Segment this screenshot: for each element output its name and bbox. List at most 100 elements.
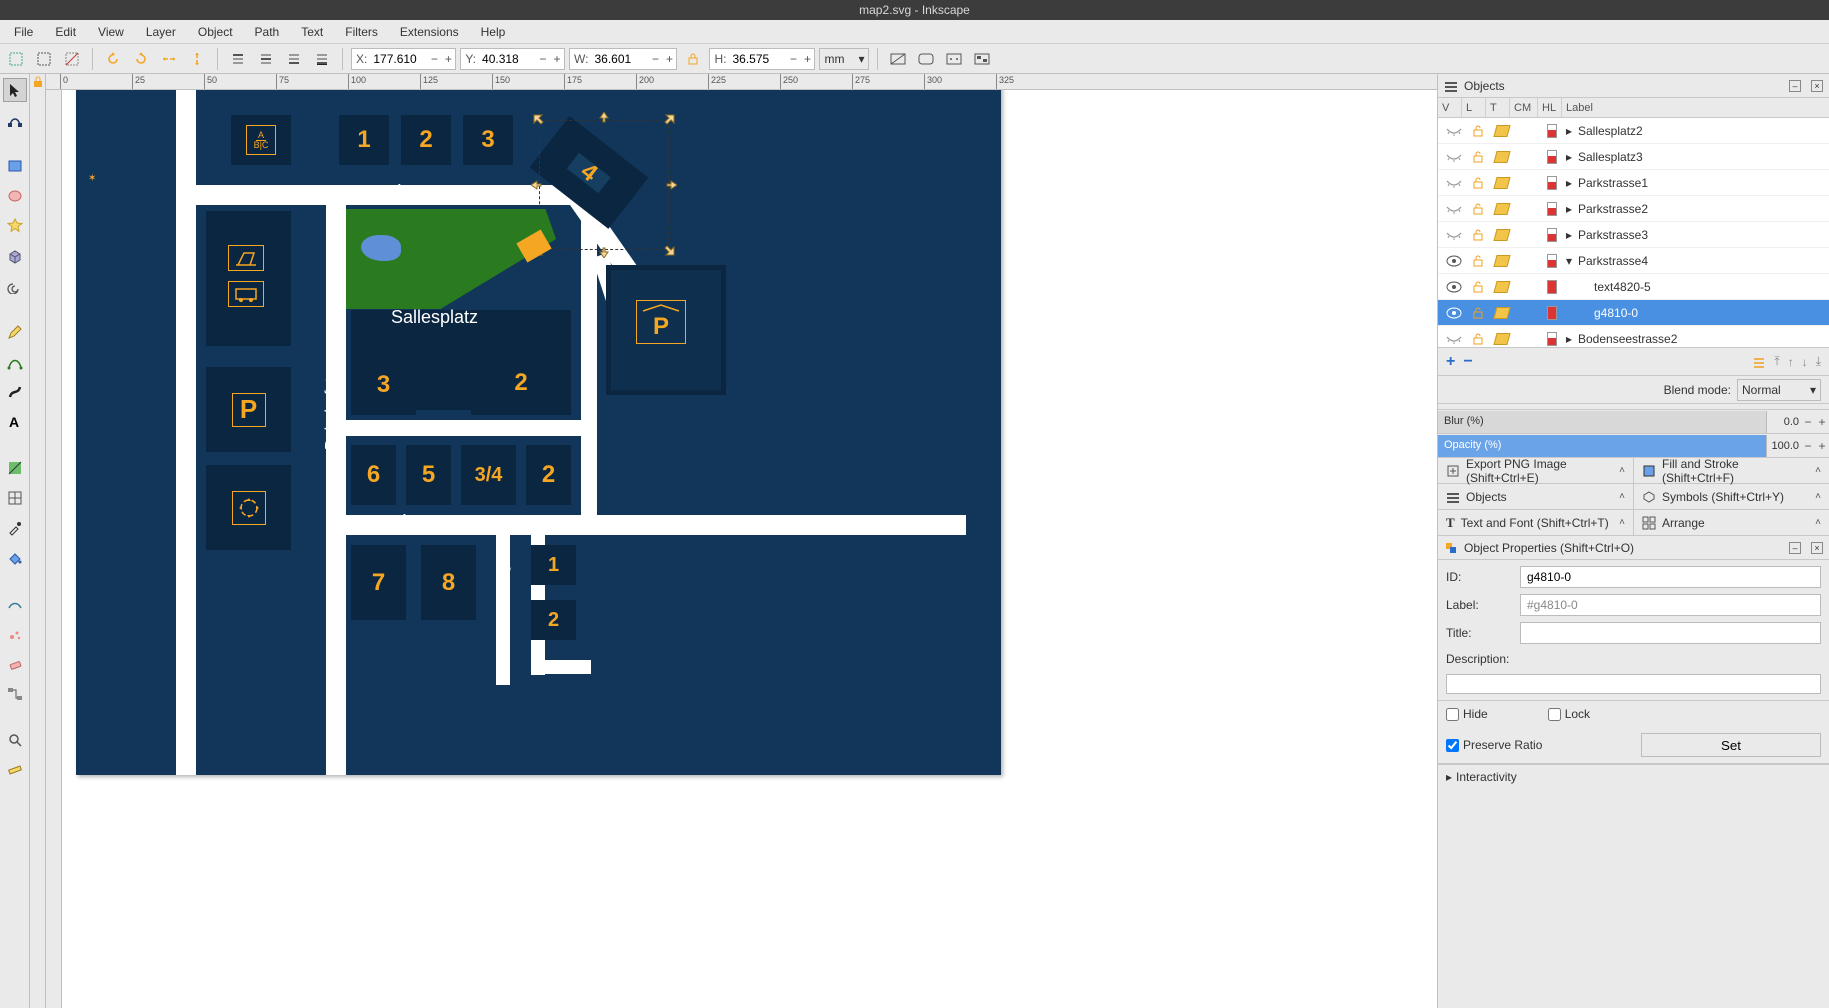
interactivity-toggle[interactable]: ▸ Interactivity <box>1438 764 1829 788</box>
eraser-tool-icon[interactable] <box>3 652 27 676</box>
affect-pattern-icon[interactable] <box>970 47 994 71</box>
label-input[interactable] <box>1520 594 1821 616</box>
canvas-area[interactable]: 0255075100125150175200225250275300325 <box>46 74 1437 1008</box>
object-row[interactable]: ▸Parkstrasse1 <box>1438 170 1829 196</box>
expand-icon[interactable]: ▸ <box>1562 124 1576 138</box>
lower-bottom-icon[interactable] <box>310 47 334 71</box>
minus-icon[interactable]: − <box>427 49 441 69</box>
move-top-icon[interactable]: ⤒ <box>1774 354 1779 369</box>
id-input[interactable] <box>1520 566 1821 588</box>
opacity-slider[interactable]: Opacity (%) 100.0 − + <box>1438 434 1829 458</box>
expand-icon[interactable]: ▾ <box>1562 254 1576 268</box>
visibility-icon[interactable] <box>1442 333 1466 345</box>
drawing-page[interactable]: AB|C 1 2 3 4 <box>76 90 1001 775</box>
rotate-ccw-icon[interactable] <box>101 47 125 71</box>
spray-tool-icon[interactable] <box>3 622 27 646</box>
plus-icon[interactable]: + <box>441 49 455 69</box>
plus-icon[interactable]: + <box>550 49 564 69</box>
menu-view[interactable]: View <box>88 22 134 42</box>
connector-tool-icon[interactable] <box>3 682 27 706</box>
w-field[interactable]: W: − + <box>569 48 677 70</box>
lock-icon[interactable] <box>1466 125 1490 137</box>
set-button[interactable]: Set <box>1641 733 1821 757</box>
menu-path[interactable]: Path <box>245 22 290 42</box>
flip-h-icon[interactable] <box>157 47 181 71</box>
minimize-icon[interactable]: – <box>1789 542 1801 554</box>
lock-icon[interactable] <box>1466 307 1490 319</box>
expand-icon[interactable] <box>1562 280 1576 294</box>
plus-icon[interactable]: + <box>1815 415 1829 429</box>
highlight-swatch[interactable] <box>1542 332 1562 346</box>
object-row[interactable]: ▸Sallesplatz2 <box>1438 118 1829 144</box>
bezier-tool-icon[interactable] <box>3 350 27 374</box>
menu-text[interactable]: Text <box>291 22 333 42</box>
export-panel-toggle[interactable]: Export PNG Image (Shift+Ctrl+E) ˄ <box>1438 458 1633 484</box>
flip-v-icon[interactable] <box>185 47 209 71</box>
lock-icon[interactable] <box>1466 281 1490 293</box>
close-icon[interactable]: × <box>1811 542 1823 554</box>
text-tool-icon[interactable]: A <box>3 410 27 434</box>
3dbox-tool-icon[interactable] <box>3 244 27 268</box>
arrange-panel-toggle[interactable]: Arrange ˄ <box>1633 510 1829 536</box>
visibility-icon[interactable] <box>1442 307 1466 319</box>
move-up-icon[interactable]: ↑ <box>1788 355 1794 369</box>
minus-icon[interactable]: − <box>1801 415 1815 429</box>
zoom-tool-icon[interactable] <box>3 728 27 752</box>
lower-icon[interactable] <box>282 47 306 71</box>
lock-icon[interactable] <box>1466 229 1490 241</box>
h-input[interactable] <box>730 52 786 66</box>
expand-icon[interactable]: ▸ <box>1562 150 1576 164</box>
fillstroke-panel-toggle[interactable]: Fill and Stroke (Shift+Ctrl+F) ˄ <box>1633 458 1829 484</box>
expand-icon[interactable]: ▸ <box>1562 228 1576 242</box>
plus-icon[interactable]: + <box>800 49 814 69</box>
pencil-tool-icon[interactable] <box>3 320 27 344</box>
object-row[interactable]: text4820-5 <box>1438 274 1829 300</box>
move-bottom-icon[interactable]: ⤓ <box>1816 354 1821 369</box>
visibility-icon[interactable] <box>1442 255 1466 267</box>
w-input[interactable] <box>592 52 648 66</box>
rect-tool-icon[interactable] <box>3 154 27 178</box>
lock-icon[interactable] <box>1466 333 1490 345</box>
objects-tree[interactable]: ▸Sallesplatz2▸Sallesplatz3▸Parkstrasse1▸… <box>1438 118 1829 348</box>
ellipse-tool-icon[interactable] <box>3 184 27 208</box>
highlight-swatch[interactable] <box>1542 254 1562 268</box>
affect-gradient-icon[interactable] <box>942 47 966 71</box>
highlight-swatch[interactable] <box>1542 202 1562 216</box>
menu-file[interactable]: File <box>4 22 43 42</box>
close-icon[interactable]: × <box>1811 80 1823 92</box>
highlight-swatch[interactable] <box>1542 150 1562 164</box>
node-tool-icon[interactable] <box>3 108 27 132</box>
title-input[interactable] <box>1520 622 1821 644</box>
plus-icon[interactable]: + <box>662 49 676 69</box>
plus-icon[interactable]: + <box>1815 439 1829 453</box>
x-input[interactable] <box>371 52 427 66</box>
deselect-icon[interactable] <box>60 47 84 71</box>
unit-select[interactable]: mm ▾ <box>819 48 869 70</box>
expand-icon[interactable]: ▸ <box>1562 176 1576 190</box>
visibility-icon[interactable] <box>1442 281 1466 293</box>
visibility-icon[interactable] <box>1442 203 1466 215</box>
lock-aspect-icon[interactable] <box>681 47 705 71</box>
object-row[interactable]: ▾Parkstrasse4 <box>1438 248 1829 274</box>
selector-tool-icon[interactable] <box>3 78 27 102</box>
highlight-swatch[interactable] <box>1542 280 1562 294</box>
spiral-tool-icon[interactable] <box>3 274 27 298</box>
minus-icon[interactable]: − <box>648 49 662 69</box>
description-input[interactable] <box>1446 674 1821 694</box>
lock-icon[interactable] <box>1466 151 1490 163</box>
symbols-panel-toggle[interactable]: Symbols (Shift+Ctrl+Y) ˄ <box>1633 484 1829 510</box>
object-row[interactable]: ▸Sallesplatz3 <box>1438 144 1829 170</box>
expand-icon[interactable]: ▸ <box>1562 332 1576 346</box>
minus-icon[interactable]: − <box>1801 439 1815 453</box>
menu-object[interactable]: Object <box>188 22 243 42</box>
hide-checkbox[interactable]: Hide <box>1446 707 1488 721</box>
menu-filters[interactable]: Filters <box>335 22 388 42</box>
x-field[interactable]: X: − + <box>351 48 456 70</box>
raise-top-icon[interactable] <box>226 47 250 71</box>
object-row[interactable]: ▸Bodenseestrasse2 <box>1438 326 1829 348</box>
paintbucket-tool-icon[interactable] <box>3 546 27 570</box>
star-tool-icon[interactable] <box>3 214 27 238</box>
y-input[interactable] <box>480 52 536 66</box>
objects2-panel-toggle[interactable]: Objects ˄ <box>1438 484 1633 510</box>
y-field[interactable]: Y: − + <box>460 48 565 70</box>
